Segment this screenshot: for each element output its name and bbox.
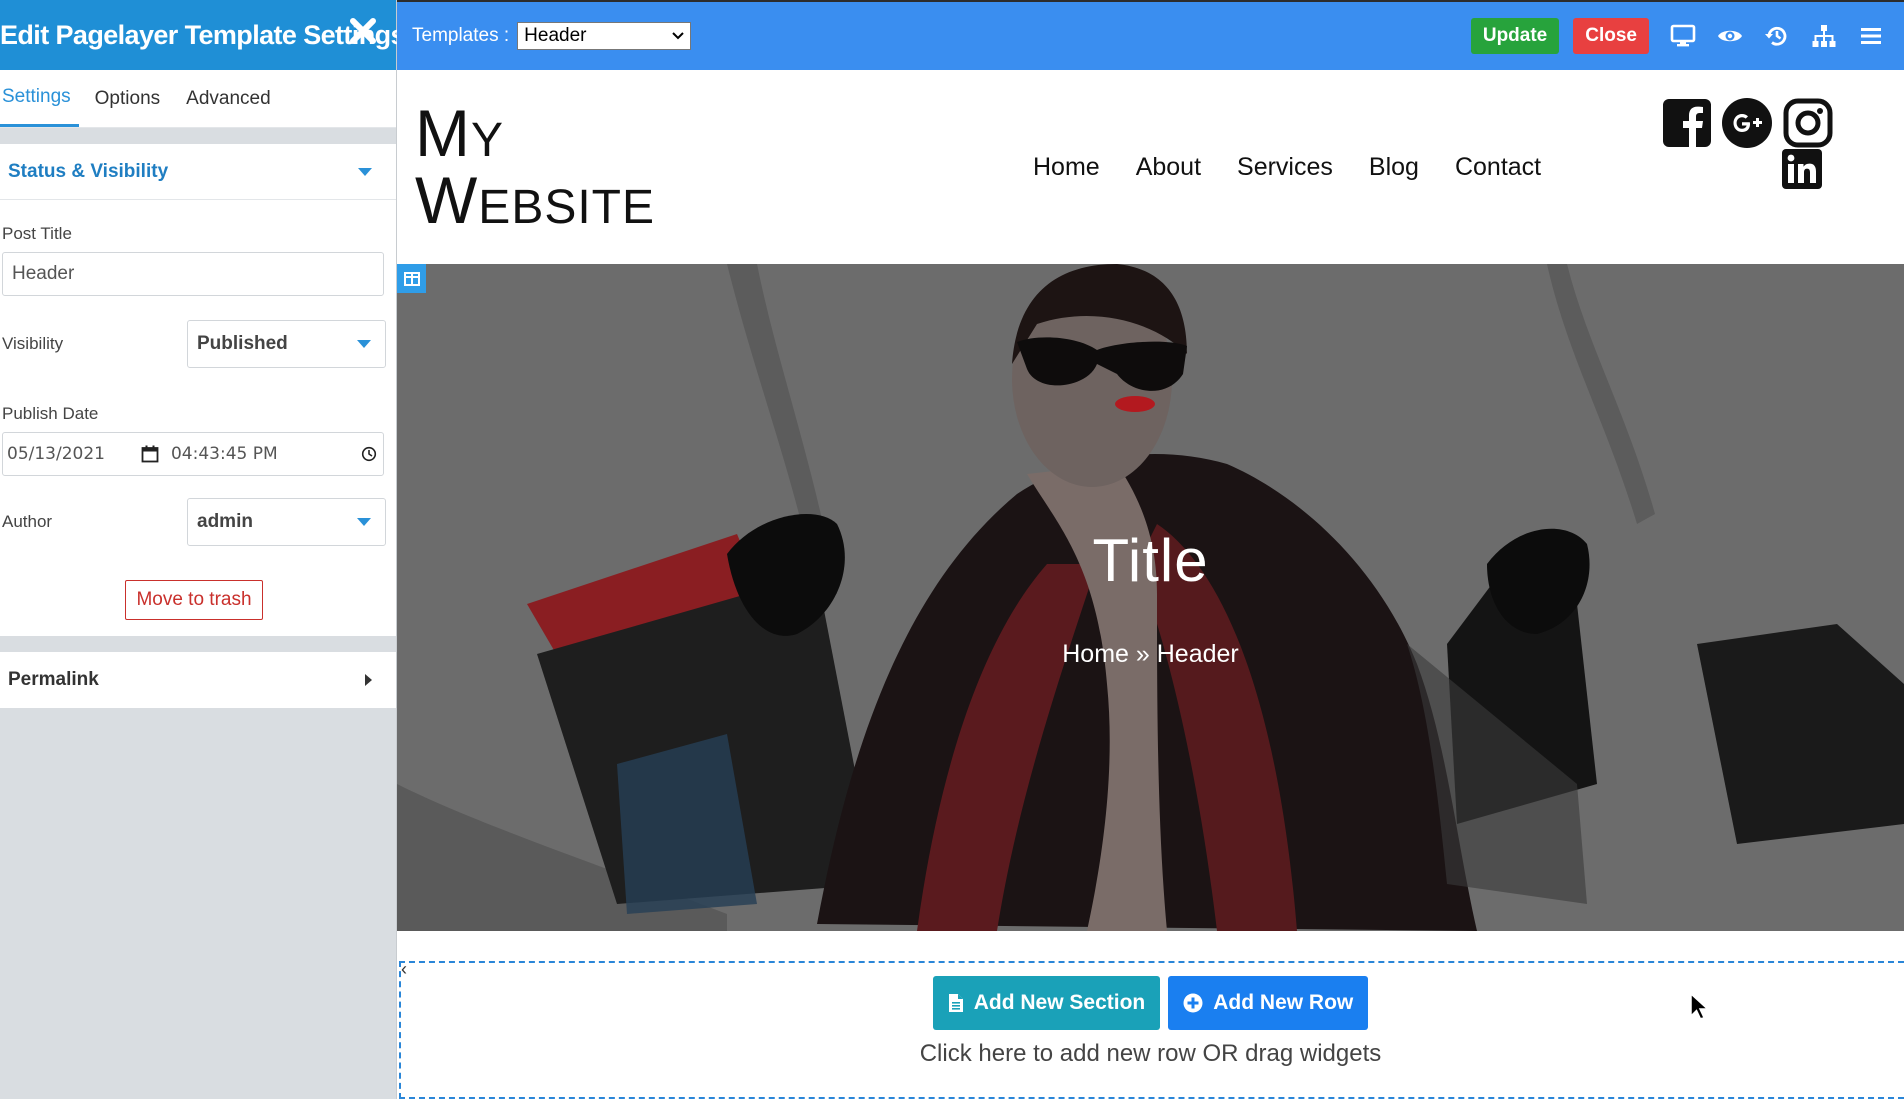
logo-cap: M: [415, 96, 471, 170]
nav-about[interactable]: About: [1136, 153, 1201, 182]
google-plus-icon[interactable]: [1721, 97, 1773, 149]
post-title-label: Post Title: [2, 224, 72, 243]
clock-icon[interactable]: [361, 446, 377, 462]
author-row: Author admin: [2, 498, 386, 546]
hero-background-image: [397, 264, 1904, 931]
site-header[interactable]: MY WEBSITE Home About Services Blog Cont…: [397, 70, 1904, 264]
permalink-section: Permalink: [0, 652, 396, 708]
panel-tabs: Settings Options Advanced: [0, 70, 396, 128]
caret-down-icon: [357, 340, 371, 348]
settings-panel: Edit Pagelayer Template Settings Setting…: [0, 0, 406, 1099]
instagram-icon[interactable]: [1782, 97, 1834, 149]
trash-wrap: Move to trash: [2, 580, 386, 620]
logo-line-1: MY: [415, 100, 655, 166]
nav-services[interactable]: Services: [1237, 153, 1333, 182]
hero-title[interactable]: Title: [397, 526, 1904, 595]
close-button[interactable]: Close: [1573, 18, 1649, 54]
author-select[interactable]: admin: [187, 498, 386, 546]
publish-date-value: 05/13/2021: [7, 444, 105, 464]
visibility-row: Visibility Published: [2, 320, 386, 368]
file-icon: [948, 994, 963, 1012]
sitemap-icon[interactable]: [1810, 22, 1838, 50]
mouse-cursor-icon: [1690, 992, 1710, 1020]
add-hint-text: Click here to add new row OR drag widget…: [919, 1040, 1382, 1067]
tab-options[interactable]: Options: [95, 70, 160, 127]
visibility-select[interactable]: Published: [187, 320, 386, 368]
section-title: Permalink: [8, 669, 99, 690]
panel-title: Edit Pagelayer Template Settings: [0, 19, 406, 50]
status-visibility-header[interactable]: Status & Visibility: [0, 144, 396, 200]
divider: [0, 128, 396, 144]
publish-datetime-input[interactable]: 05/13/2021 04:43:45 PM: [2, 432, 384, 476]
status-properties: Post Title Header Visibility Published P…: [0, 200, 396, 636]
site-nav: Home About Services Blog Contact: [1033, 153, 1577, 182]
caret-right-icon: [365, 674, 372, 686]
add-new-section-button[interactable]: Add New Section: [932, 976, 1161, 1030]
facebook-icon[interactable]: [1661, 97, 1713, 149]
add-new-section-label: Add New Section: [973, 991, 1146, 1014]
publish-date-label: Publish Date: [2, 404, 99, 423]
tab-advanced[interactable]: Advanced: [186, 70, 271, 127]
tab-settings[interactable]: Settings: [0, 70, 79, 127]
nav-contact[interactable]: Contact: [1455, 153, 1541, 182]
template-select[interactable]: Header: [517, 22, 692, 50]
history-icon[interactable]: [1763, 22, 1791, 50]
add-buttons: Add New Section Add New Row: [397, 976, 1904, 1030]
section-title: Status & Visibility: [8, 160, 169, 182]
publish-time-value: 04:43:45 PM: [170, 444, 278, 464]
permalink-header[interactable]: Permalink: [0, 652, 396, 708]
desktop-icon[interactable]: [1669, 22, 1697, 50]
move-to-trash-button[interactable]: Move to trash: [125, 580, 263, 620]
caret-down-icon: [358, 167, 372, 176]
calendar-icon[interactable]: [141, 445, 159, 463]
logo-rest: Y: [470, 114, 504, 167]
template-select-value: Header: [524, 25, 587, 46]
divider: [0, 636, 396, 652]
logo-cap: W: [415, 163, 479, 237]
update-button[interactable]: Update: [1470, 18, 1560, 54]
page-canvas: MY WEBSITE Home About Services Blog Cont…: [397, 70, 1904, 1099]
plus-circle-icon: [1183, 993, 1203, 1013]
hero-section[interactable]: Title Home » Header: [397, 264, 1904, 931]
editor-toolbar: Templates : Header Update Close: [397, 0, 1904, 70]
nav-blog[interactable]: Blog: [1369, 153, 1419, 182]
site-logo[interactable]: MY WEBSITE: [415, 100, 655, 233]
author-value: admin: [197, 511, 253, 532]
post-title-input[interactable]: Header: [2, 252, 384, 296]
add-new-row-label: Add New Row: [1213, 991, 1354, 1014]
chevron-down-icon: [672, 32, 684, 40]
visibility-label: Visibility: [2, 334, 64, 353]
menu-icon[interactable]: [1857, 22, 1885, 50]
logo-rest: EBSITE: [478, 181, 656, 234]
eye-icon[interactable]: [1716, 22, 1744, 50]
linkedin-icon[interactable]: [1782, 149, 1822, 189]
visibility-value: Published: [197, 333, 288, 354]
logo-line-2: WEBSITE: [415, 167, 655, 233]
caret-down-icon: [357, 518, 371, 526]
close-icon[interactable]: [346, 14, 380, 48]
author-label: Author: [2, 512, 53, 531]
templates-label: Templates :: [412, 25, 510, 46]
nav-home[interactable]: Home: [1033, 153, 1100, 182]
hero-breadcrumb[interactable]: Home » Header: [397, 640, 1904, 669]
column-handle-icon[interactable]: [397, 264, 426, 293]
add-new-row-button[interactable]: Add New Row: [1168, 976, 1369, 1030]
panel-header: Edit Pagelayer Template Settings: [0, 0, 406, 70]
status-visibility-section: Status & Visibility Post Title Header Vi…: [0, 144, 396, 636]
